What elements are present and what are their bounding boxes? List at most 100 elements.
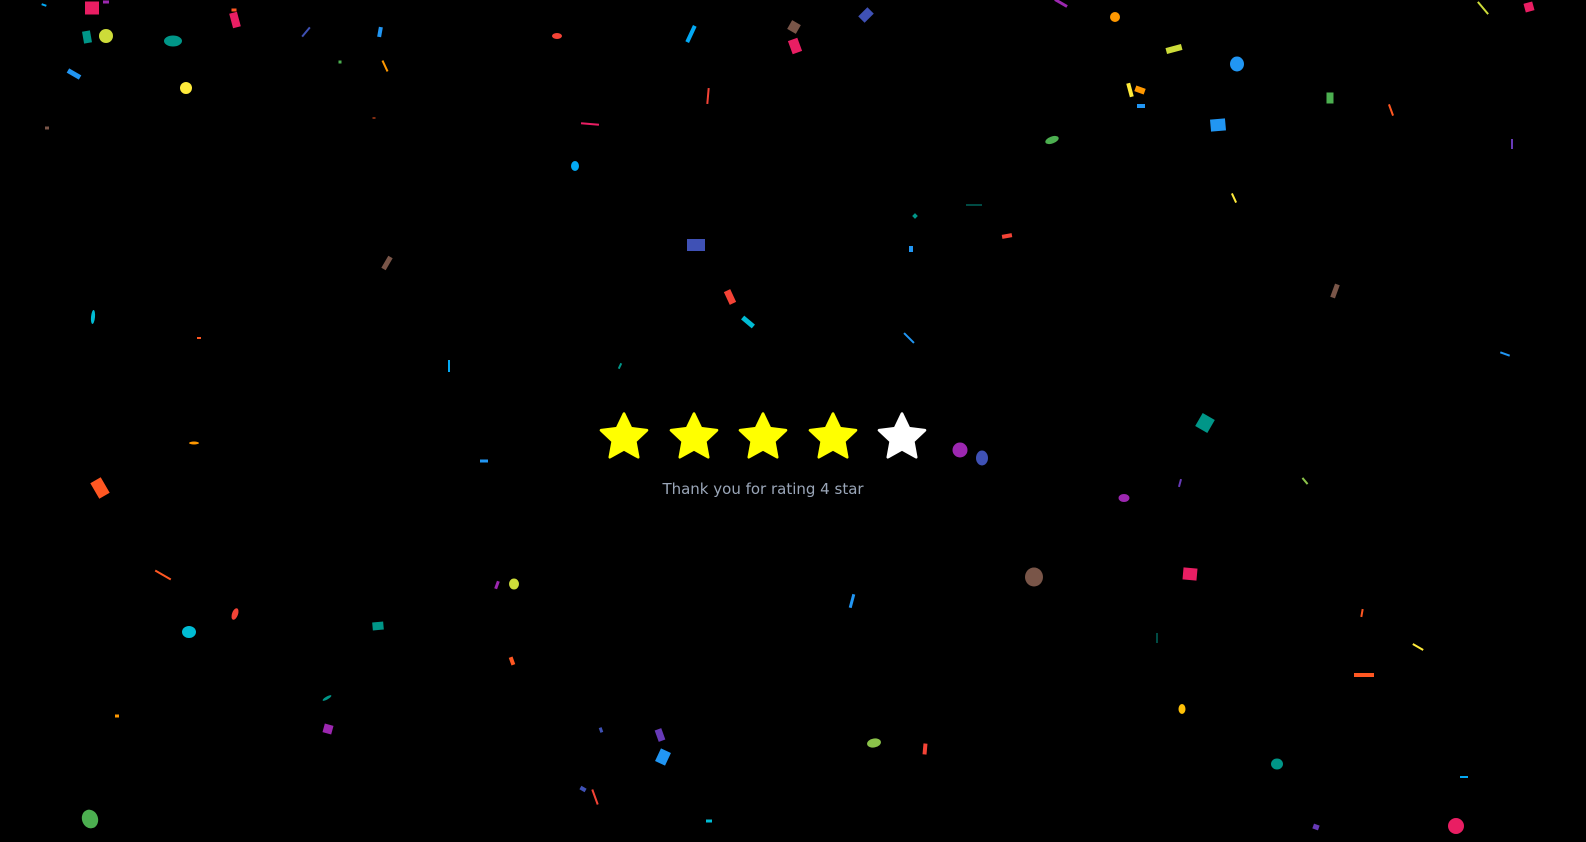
- confetti-piece: [1054, 0, 1068, 8]
- star-1-button[interactable]: [597, 410, 651, 464]
- confetti-piece: [976, 450, 988, 466]
- confetti-piece: [85, 1, 99, 15]
- confetti-piece: [580, 122, 600, 126]
- confetti-piece: [787, 37, 803, 55]
- confetti-piece: [654, 728, 666, 742]
- confetti-piece: [723, 289, 737, 305]
- confetti-piece: [1412, 643, 1424, 651]
- confetti-piece: [180, 82, 192, 94]
- confetti-piece: [922, 743, 928, 755]
- confetti-piece: [372, 621, 384, 631]
- star-5-button[interactable]: [875, 410, 929, 464]
- confetti-piece: [82, 30, 92, 44]
- confetti-piece: [381, 60, 389, 72]
- confetti-piece: [571, 161, 579, 171]
- confetti-piece: [1137, 104, 1145, 108]
- star-icon: [808, 412, 858, 459]
- confetti-piece: [909, 246, 913, 252]
- star-icon: [599, 412, 649, 459]
- confetti-piece: [322, 695, 332, 701]
- confetti-piece: [301, 26, 311, 38]
- confetti-piece: [1230, 193, 1238, 203]
- confetti-piece: [1182, 567, 1198, 581]
- confetti-piece: [741, 315, 755, 329]
- confetti-piece: [1271, 758, 1283, 770]
- confetti-piece: [1165, 44, 1183, 54]
- star-row: [597, 410, 937, 466]
- confetti-piece: [66, 68, 82, 80]
- star-icon: [669, 412, 719, 459]
- confetti-piece: [231, 608, 239, 620]
- confetti-piece: [1448, 818, 1464, 834]
- star-2-button[interactable]: [667, 410, 721, 464]
- confetti-piece: [81, 809, 99, 829]
- confetti-piece: [494, 580, 500, 590]
- confetti-piece: [966, 204, 982, 206]
- confetti-piece: [1523, 1, 1535, 13]
- confetti-piece: [912, 213, 918, 219]
- confetti-piece: [231, 8, 237, 12]
- confetti-piece: [1210, 118, 1226, 132]
- confetti-piece: [1126, 82, 1134, 98]
- confetti-piece: [1330, 283, 1340, 299]
- confetti-piece: [1312, 823, 1320, 831]
- confetti-piece: [41, 3, 47, 7]
- confetti-piece: [381, 255, 393, 271]
- confetti-piece: [1001, 233, 1013, 239]
- confetti-piece: [1511, 139, 1513, 149]
- confetti-piece: [617, 362, 623, 370]
- confetti-piece: [154, 569, 172, 581]
- confetti-piece: [1156, 633, 1158, 643]
- confetti-piece: [591, 789, 599, 805]
- confetti-piece: [867, 738, 881, 748]
- confetti-piece: [1360, 608, 1364, 618]
- confetti-piece: [706, 87, 710, 105]
- confetti-piece: [787, 20, 801, 34]
- confetti-piece: [903, 332, 915, 344]
- confetti-piece: [1178, 704, 1186, 714]
- confetti-piece: [706, 819, 712, 823]
- confetti-piece: [952, 442, 968, 458]
- confetti-piece: [182, 626, 196, 638]
- confetti-piece: [1134, 85, 1146, 95]
- confetti-piece: [1326, 92, 1334, 104]
- confetti-piece: [229, 11, 241, 29]
- confetti-piece: [685, 24, 697, 44]
- confetti-piece: [197, 337, 201, 339]
- star-3-button[interactable]: [736, 410, 790, 464]
- confetti-piece: [372, 117, 376, 119]
- confetti-piece: [115, 714, 119, 718]
- confetti-piece: [164, 35, 182, 47]
- confetti-piece: [687, 239, 705, 251]
- confetti-piece: [189, 441, 199, 445]
- confetti-piece: [480, 459, 488, 463]
- confetti-piece: [103, 0, 109, 4]
- confetti-piece: [579, 785, 587, 793]
- confetti-piece: [99, 29, 113, 43]
- confetti-piece: [508, 656, 516, 666]
- confetti-piece: [598, 727, 604, 733]
- confetti-piece: [1354, 673, 1374, 677]
- star-4-button[interactable]: [806, 410, 860, 464]
- star-icon: [877, 412, 927, 459]
- confetti-piece: [1460, 776, 1468, 778]
- confetti-piece: [552, 33, 562, 39]
- confetti-piece: [858, 7, 874, 23]
- confetti-piece: [322, 723, 334, 735]
- star-icon: [738, 412, 788, 459]
- confetti-piece: [1230, 56, 1244, 72]
- confetti-piece: [509, 578, 519, 590]
- confetti-piece: [90, 310, 96, 324]
- confetti-piece: [1025, 567, 1043, 587]
- confetti-piece: [655, 748, 671, 766]
- confetti-piece: [1499, 351, 1511, 357]
- confetti-piece: [448, 360, 450, 372]
- confetti-piece: [1110, 12, 1120, 22]
- confetti-piece: [377, 26, 383, 38]
- confetti-piece: [1477, 1, 1489, 15]
- confetti-piece: [1195, 413, 1215, 433]
- confetti-piece: [1388, 104, 1394, 116]
- confetti-piece: [1045, 135, 1059, 145]
- rating-thank-you-message: Thank you for rating 4 star: [662, 480, 864, 498]
- confetti-piece: [338, 60, 342, 64]
